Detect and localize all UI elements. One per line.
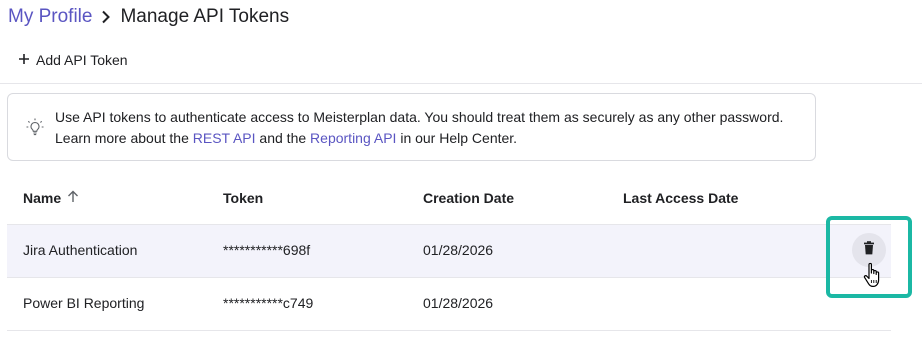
table-row[interactable]: Jira Authentication ***********698f 01/2… — [7, 225, 891, 278]
page-title: Manage API Tokens — [120, 6, 290, 27]
token-value-cell: ***********698f — [223, 242, 311, 258]
plus-icon — [18, 52, 30, 68]
info-line-2-middle: and the — [255, 130, 311, 146]
lightbulb-icon — [25, 117, 45, 137]
breadcrumb-my-profile-link[interactable]: My Profile — [8, 6, 92, 28]
arrow-up-sort-icon — [67, 190, 79, 206]
toolbar-divider — [0, 83, 922, 84]
reporting-api-link[interactable]: Reporting API — [310, 130, 396, 146]
api-tokens-table: Name Token Creation Date Last Access Dat… — [7, 172, 891, 331]
chevron-right-icon — [100, 10, 112, 24]
column-header-creation-date[interactable]: Creation Date — [423, 190, 514, 206]
manage-api-tokens-page: My Profile Manage API Tokens Add API Tok… — [0, 0, 922, 363]
info-box: Use API tokens to authenticate access to… — [7, 93, 816, 161]
creation-date-cell: 01/28/2026 — [423, 295, 494, 311]
table-row[interactable]: Power BI Reporting ***********c749 01/28… — [7, 278, 891, 331]
token-name-cell: Jira Authentication — [23, 242, 138, 258]
column-header-name[interactable]: Name — [23, 190, 79, 206]
add-api-token-label: Add API Token — [36, 52, 128, 68]
breadcrumb: My Profile Manage API Tokens — [8, 4, 289, 30]
add-api-token-button[interactable]: Add API Token — [14, 49, 132, 71]
token-name-cell: Power BI Reporting — [23, 295, 145, 311]
info-text: Use API tokens to authenticate access to… — [55, 107, 815, 149]
creation-date-cell: 01/28/2026 — [423, 242, 494, 258]
column-header-token[interactable]: Token — [223, 190, 263, 206]
info-line-1: Use API tokens to authenticate access to… — [55, 109, 784, 125]
column-header-last-access-date[interactable]: Last Access Date — [623, 190, 738, 206]
rest-api-link[interactable]: REST API — [193, 130, 256, 146]
column-header-token-label: Token — [223, 190, 264, 206]
column-header-last-access-date-label: Last Access Date — [623, 190, 739, 206]
column-header-name-label: Name — [23, 190, 62, 206]
info-line-2: Learn more about the REST API and the Re… — [55, 128, 815, 149]
table-header: Name Token Creation Date Last Access Dat… — [7, 172, 891, 225]
token-value-cell: ***********c749 — [223, 295, 314, 311]
info-line-2-prefix: Learn more about the — [55, 130, 193, 146]
info-line-2-suffix: in our Help Center. — [396, 130, 518, 146]
column-header-creation-date-label: Creation Date — [423, 190, 515, 206]
trash-icon — [863, 240, 875, 260]
hand-pointer-cursor-icon — [862, 262, 884, 290]
